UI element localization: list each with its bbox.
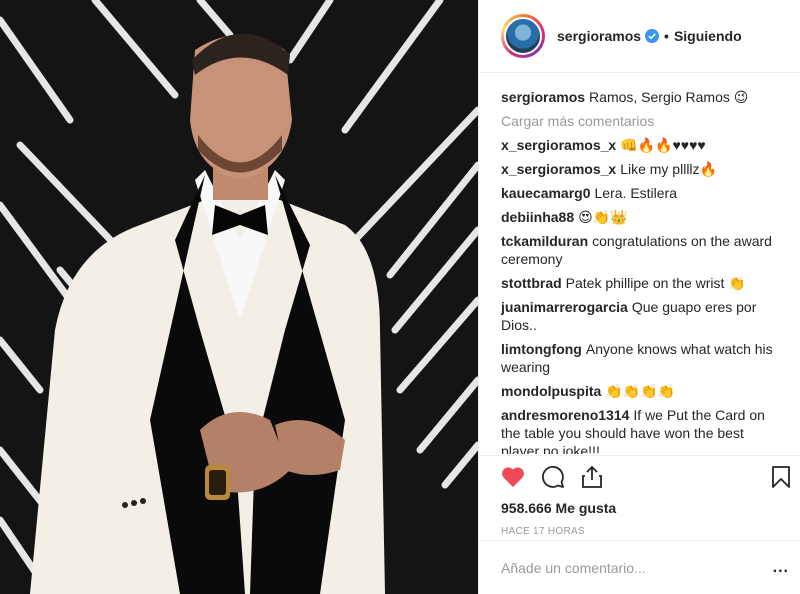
bookmark-icon[interactable] — [771, 465, 791, 489]
caption-text: Ramos, Sergio Ramos 😉 — [589, 89, 749, 105]
comment-username[interactable]: limtongfong — [501, 341, 582, 357]
comment-username[interactable]: juanimarrerogarcia — [501, 299, 628, 315]
instagram-post: sergioramos • Siguiendo sergioramos Ramos… — [0, 0, 800, 594]
like-count[interactable]: 958.666 Me gusta — [479, 500, 800, 516]
header-separator: • — [664, 28, 669, 44]
post-header: sergioramos • Siguiendo — [479, 0, 800, 73]
more-options-icon[interactable]: ... — [773, 559, 789, 577]
comment-item: limtongfong Anyone knows what watch his w… — [501, 340, 781, 376]
comment-username[interactable]: tckamilduran — [501, 233, 588, 249]
comment-username[interactable]: x_sergioramos_x — [501, 137, 616, 153]
add-comment-bar[interactable]: Añade un comentario... ... — [479, 540, 800, 594]
comment-item: kauecamarg0 Lera. Estilera — [501, 184, 781, 202]
comment-text: Like my pllllz🔥 — [620, 161, 717, 177]
share-icon[interactable] — [581, 465, 603, 489]
load-more-comments-link[interactable]: Cargar más comentarios — [501, 112, 781, 130]
comment-username[interactable]: debiinha88 — [501, 209, 574, 225]
comment-item: debiinha88 😍👏👑 — [501, 208, 781, 226]
comment-item: tckamilduran congratulations on the award… — [501, 232, 781, 268]
comment-icon[interactable] — [541, 465, 565, 489]
comment-item: juanimarrerogarcia Que guapo eres por Dio… — [501, 298, 781, 334]
comment-input[interactable]: Añade un comentario... — [501, 560, 646, 576]
avatar-image — [504, 17, 542, 55]
avatar[interactable] — [501, 14, 545, 58]
comments-list[interactable]: sergioramos Ramos, Sergio Ramos 😉 Cargar … — [479, 73, 800, 454]
caption: sergioramos Ramos, Sergio Ramos 😉 — [501, 88, 781, 106]
comment-username[interactable]: mondolpuspita — [501, 383, 601, 399]
comment-username[interactable]: kauecamarg0 — [501, 185, 591, 201]
action-icons — [479, 456, 800, 498]
comment-item: andresmoreno1314 If we Put the Card on th… — [501, 406, 781, 454]
comment-username[interactable]: stottbrad — [501, 275, 562, 291]
comment-username[interactable]: andresmoreno1314 — [501, 407, 629, 423]
post-sidebar: sergioramos • Siguiendo sergioramos Ramos… — [478, 0, 800, 594]
post-timestamp: HACE 17 HORAS — [501, 526, 585, 537]
caption-username[interactable]: sergioramos — [501, 89, 585, 105]
header-username[interactable]: sergioramos — [557, 28, 641, 44]
comment-item: x_sergioramos_x 👊🔥🔥♥♥♥♥ — [501, 136, 781, 154]
comment-text: Lera. Estilera — [594, 185, 677, 201]
comment-item: stottbrad Patek phillipe on the wrist 👏 — [501, 274, 781, 292]
comment-text: 👊🔥🔥♥♥♥♥ — [620, 137, 706, 153]
comment-text: 😍👏👑 — [578, 209, 628, 225]
comment-text: 👏👏👏👏 — [605, 383, 676, 399]
heart-icon[interactable] — [501, 466, 525, 488]
comment-item: x_sergioramos_x Like my pllllz🔥 — [501, 160, 781, 178]
following-button[interactable]: Siguiendo — [674, 28, 742, 44]
post-photo[interactable] — [0, 0, 478, 594]
comment-username[interactable]: x_sergioramos_x — [501, 161, 616, 177]
post-image — [0, 0, 478, 594]
verified-icon — [645, 29, 660, 43]
comment-text: Patek phillipe on the wrist 👏 — [565, 275, 746, 291]
comment-item: mondolpuspita 👏👏👏👏 — [501, 382, 781, 400]
